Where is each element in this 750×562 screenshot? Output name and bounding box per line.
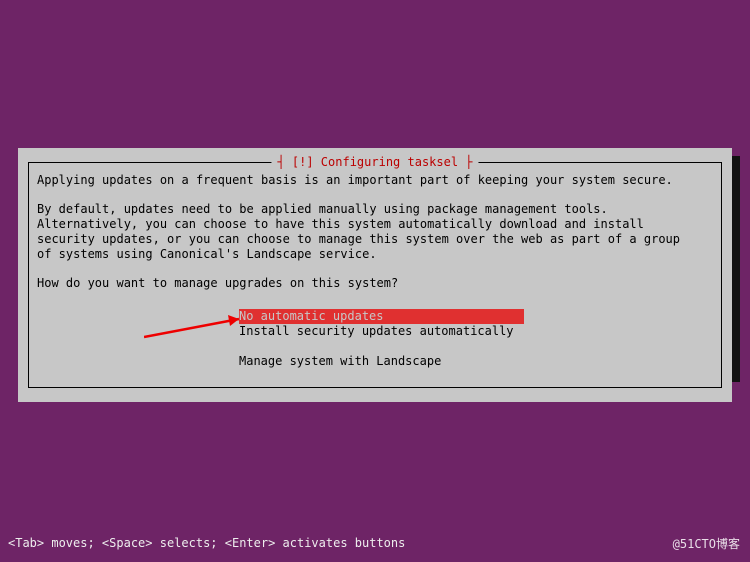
option-install-security-updates[interactable]: Install security updates automatically [239,324,713,339]
watermark: @51CTO博客 [673,535,740,552]
annotation-arrow-icon [144,309,254,339]
upgrade-options-list: No automatic updates Install security up… [239,309,713,369]
dialog-title: ┤ [!] Configuring tasksel ├ [271,155,478,169]
intro-paragraph-1: Applying updates on a frequent basis is … [37,173,713,188]
option-no-automatic-updates[interactable]: No automatic updates [239,309,524,324]
tasksel-dialog: ┤ [!] Configuring tasksel ├ Applying upd… [18,148,732,402]
upgrade-question: How do you want to manage upgrades on th… [37,276,713,291]
intro-paragraph-2: By default, updates need to be applied m… [37,202,713,262]
dialog-border: ┤ [!] Configuring tasksel ├ Applying upd… [28,162,722,388]
option-manage-with-landscape[interactable]: Manage system with Landscape [239,354,713,369]
status-bar: <Tab> moves; <Space> selects; <Enter> ac… [0,536,750,550]
